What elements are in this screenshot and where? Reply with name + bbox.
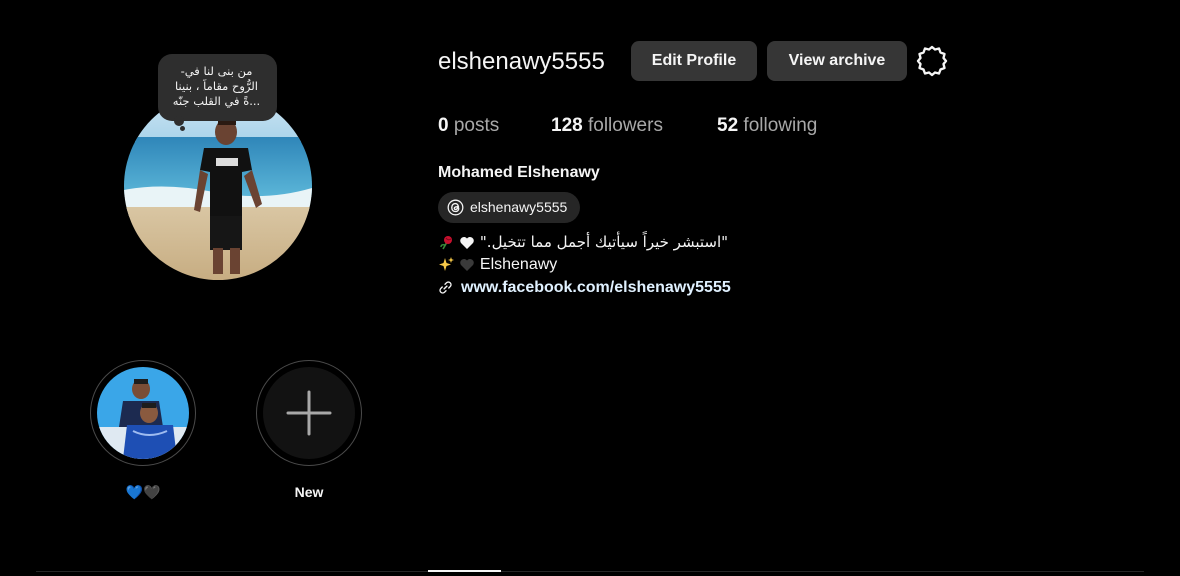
- profile-username: elshenawy5555: [438, 48, 605, 75]
- edit-profile-button[interactable]: Edit Profile: [631, 41, 757, 81]
- profile-page: من بنى لنا في- الرُّوح مقاماً ، بنينا ..…: [0, 0, 1180, 576]
- profile-note-bubble[interactable]: من بنى لنا في- الرُّوح مقاماً ، بنينا ..…: [158, 54, 277, 121]
- sparkles-icon: [439, 257, 454, 272]
- bio-line-1: "استبشر خيراً سيأتيك أجمل مما تتخيل.": [438, 231, 728, 254]
- bio-external-link[interactable]: www.facebook.com/elshenawy5555: [461, 277, 731, 299]
- bio-signature: Elshenawy: [479, 256, 558, 273]
- posts-label: posts: [453, 115, 500, 136]
- highlight-item-1[interactable]: [90, 360, 196, 466]
- threads-icon: [447, 199, 464, 216]
- link-icon: [439, 281, 452, 294]
- followers-count: 128: [551, 115, 583, 136]
- bio-quote: "استبشر خيراً سيأتيك أجمل مما تتخيل.": [479, 233, 729, 251]
- profile-full-name: Mohamed Elshenawy: [438, 164, 600, 181]
- note-line-3: ...ةً في القلب جنّه: [172, 94, 261, 108]
- following-link[interactable]: 52 following: [717, 114, 817, 138]
- threads-badge[interactable]: elshenawy5555: [438, 192, 580, 223]
- posts-stat: 0 posts: [438, 114, 499, 138]
- wilted-rose-icon: [440, 236, 452, 250]
- note-tail-dot: [180, 126, 185, 131]
- highlight-label-1: 💙🖤: [125, 484, 161, 500]
- black-heart-icon: [460, 258, 475, 271]
- note-tail: [174, 116, 184, 126]
- followers-link[interactable]: 128 followers: [551, 114, 663, 138]
- followers-label: followers: [587, 115, 663, 136]
- bio-line-2: Elshenawy: [438, 254, 557, 276]
- following-count: 52: [717, 115, 739, 136]
- note-line-2: الرُّوح مقاماً ، بنينا: [175, 79, 258, 93]
- posts-count: 0: [438, 115, 449, 136]
- view-archive-button[interactable]: View archive: [767, 41, 907, 81]
- following-label: following: [743, 115, 818, 136]
- threads-handle: elshenawy5555: [470, 199, 568, 215]
- plus-icon: [286, 390, 332, 436]
- tabs-divider: [36, 571, 1144, 572]
- white-heart-icon: [460, 236, 475, 249]
- tab-posts-active-indicator[interactable]: [428, 570, 501, 572]
- new-highlight-button[interactable]: [256, 360, 362, 466]
- highlight-photo: [97, 367, 189, 459]
- note-line-1: من بنى لنا في-: [180, 64, 253, 78]
- highlight-label-new: New: [294, 484, 324, 500]
- gear-icon[interactable]: [916, 45, 948, 77]
